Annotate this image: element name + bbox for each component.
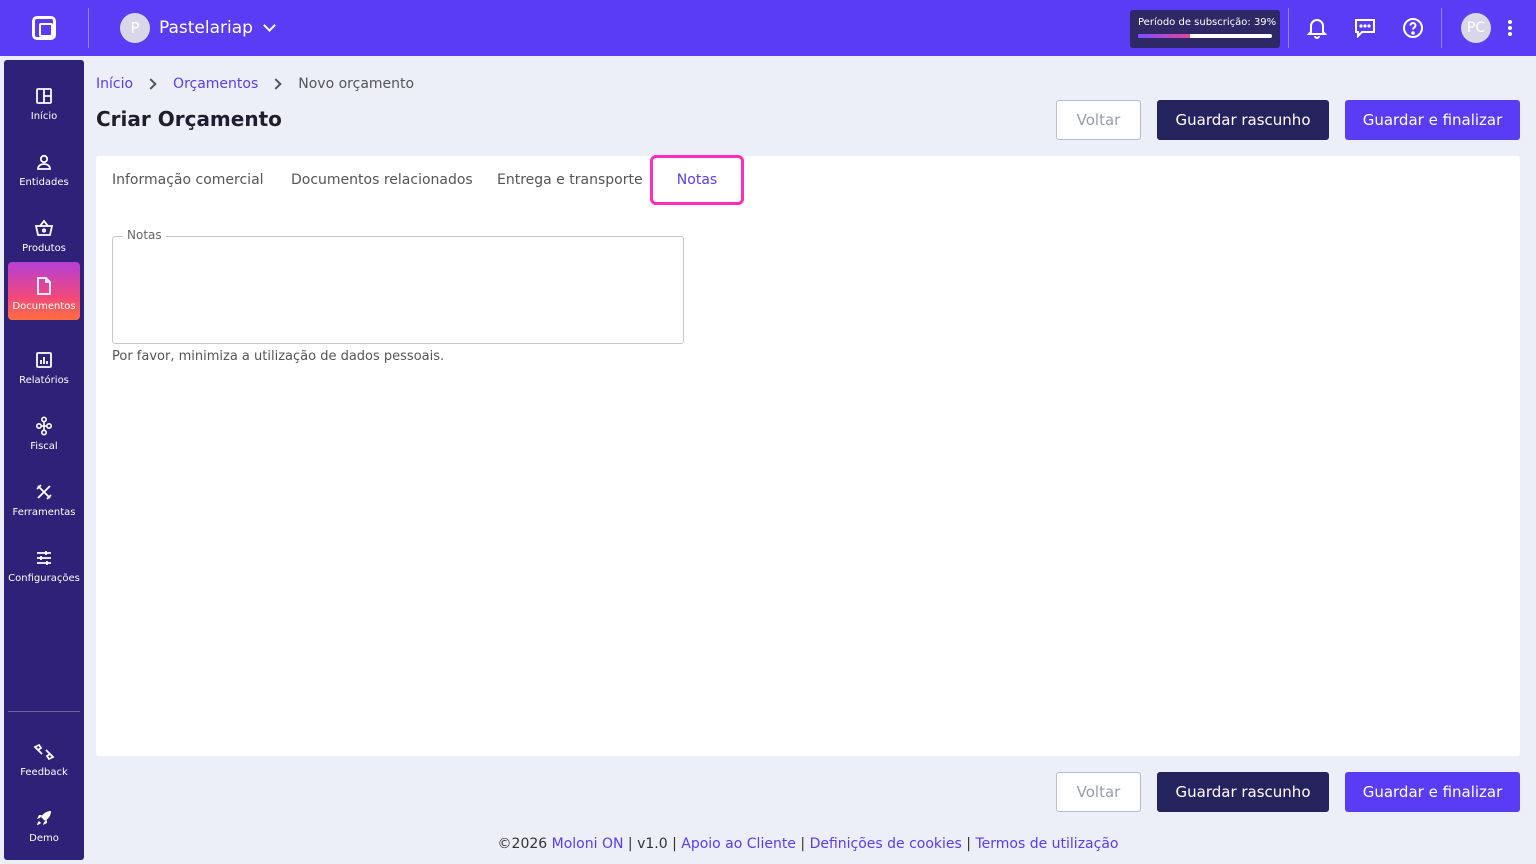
- sidebar-item-label: Documentos: [12, 301, 76, 312]
- breadcrumb: Início Orçamentos Novo orçamento: [96, 76, 414, 92]
- save-finalize-button-bottom[interactable]: Guardar e finalizar: [1345, 772, 1520, 812]
- hierarchy-icon: [35, 416, 53, 436]
- sidebar-item-label: Ferramentas: [12, 507, 76, 518]
- app-logo[interactable]: [0, 0, 88, 56]
- sidebar-item-feedback[interactable]: Feedback: [8, 728, 80, 786]
- page-title: Criar Orçamento: [96, 107, 282, 131]
- tab-notas[interactable]: Notas: [650, 155, 744, 205]
- sidebar-item-produtos[interactable]: Produtos: [8, 204, 80, 262]
- notes-helper-text: Por favor, minimiza a utilização de dado…: [112, 349, 445, 364]
- footer-separator: |: [966, 836, 972, 852]
- company-avatar: P: [120, 13, 150, 43]
- sidebar-item-entidades[interactable]: Entidades: [8, 138, 80, 196]
- back-button[interactable]: Voltar: [1056, 100, 1141, 140]
- company-selector[interactable]: P Pastelariap: [120, 13, 276, 43]
- logo-icon: [32, 16, 56, 40]
- footer-separator: |: [672, 836, 677, 852]
- topbar-divider: [1441, 8, 1442, 48]
- footer-separator: |: [800, 836, 806, 852]
- user-avatar[interactable]: PC: [1461, 13, 1491, 43]
- footer-cookies-link[interactable]: Definições de cookies: [810, 836, 962, 852]
- sidebar-item-label: Configurações: [8, 573, 80, 584]
- sidebar-divider: [8, 711, 80, 712]
- help-icon[interactable]: [1399, 14, 1427, 42]
- chevron-right-icon: [270, 78, 282, 90]
- basket-icon: [34, 218, 54, 238]
- grid-icon: [35, 86, 53, 106]
- tab-informacao-comercial[interactable]: Informação comercial: [112, 156, 264, 204]
- footer-brand-link[interactable]: Moloni ON: [552, 836, 624, 852]
- rocket-icon: [35, 808, 53, 828]
- sidebar-item-label: Relatórios: [19, 375, 69, 386]
- person-icon: [35, 152, 53, 172]
- notes-field: Notas: [112, 228, 684, 344]
- breadcrumb-section-link[interactable]: Orçamentos: [173, 76, 258, 92]
- sliders-icon: [35, 548, 53, 568]
- subscription-progress: [1138, 34, 1272, 38]
- subscription-progress-fill: [1138, 34, 1191, 38]
- form-card: Informação comercial Documentos relacion…: [96, 155, 1520, 756]
- notes-textarea[interactable]: [113, 237, 683, 343]
- subscription-indicator[interactable]: Período de subscrição: 39%: [1130, 10, 1280, 48]
- sidebar-item-label: Início: [30, 111, 58, 122]
- notifications-bell-icon[interactable]: [1303, 14, 1331, 42]
- tools-icon: [35, 482, 53, 502]
- more-options-icon[interactable]: [1503, 18, 1517, 38]
- footer-version: v1.0: [637, 836, 668, 852]
- sidebar-item-configuracoes[interactable]: Configurações: [8, 534, 80, 592]
- footer-copyright: ©2026: [497, 836, 548, 852]
- sidebar-item-label: Feedback: [20, 767, 68, 778]
- feedback-icon: [33, 742, 55, 762]
- footer: ©2026 Moloni ON | v1.0 | Apoio ao Client…: [0, 836, 1536, 852]
- save-draft-button-bottom[interactable]: Guardar rascunho: [1157, 772, 1329, 812]
- chevron-down-icon: [263, 19, 276, 32]
- footer-terms-link[interactable]: Termos de utilização: [975, 836, 1118, 852]
- sidebar-item-inicio[interactable]: Início: [8, 72, 80, 130]
- save-finalize-button[interactable]: Guardar e finalizar: [1345, 100, 1520, 140]
- sidebar-item-label: Produtos: [22, 243, 66, 254]
- sidebar-item-fiscal[interactable]: Fiscal: [8, 402, 80, 460]
- footer-support-link[interactable]: Apoio ao Cliente: [681, 836, 796, 852]
- sidebar-item-ferramentas[interactable]: Ferramentas: [8, 468, 80, 526]
- company-name: Pastelariap: [159, 18, 253, 38]
- sidebar-item-label: Entidades: [19, 177, 69, 188]
- footer-separator: |: [627, 836, 633, 852]
- sidebar-item-label: Fiscal: [30, 441, 58, 452]
- topbar-divider: [88, 8, 89, 48]
- chart-icon: [35, 350, 53, 370]
- messages-icon[interactable]: [1351, 14, 1379, 42]
- tab-entrega-transporte[interactable]: Entrega e transporte: [497, 156, 643, 204]
- sidebar-item-documentos[interactable]: Documentos: [8, 262, 80, 320]
- save-draft-button[interactable]: Guardar rascunho: [1157, 100, 1329, 140]
- breadcrumb-current: Novo orçamento: [298, 76, 415, 92]
- sidebar-item-relatorios[interactable]: Relatórios: [8, 336, 80, 394]
- topbar-divider: [1288, 8, 1289, 48]
- sidebar: Início Entidades Produtos Documentos Rel…: [4, 60, 84, 860]
- chevron-right-icon: [145, 78, 157, 90]
- tab-documentos-relacionados[interactable]: Documentos relacionados: [291, 156, 473, 204]
- subscription-label: Período de subscrição: 39%: [1138, 17, 1277, 28]
- document-icon: [36, 276, 52, 296]
- back-button-bottom[interactable]: Voltar: [1056, 772, 1141, 812]
- breadcrumb-home-link[interactable]: Início: [96, 76, 133, 92]
